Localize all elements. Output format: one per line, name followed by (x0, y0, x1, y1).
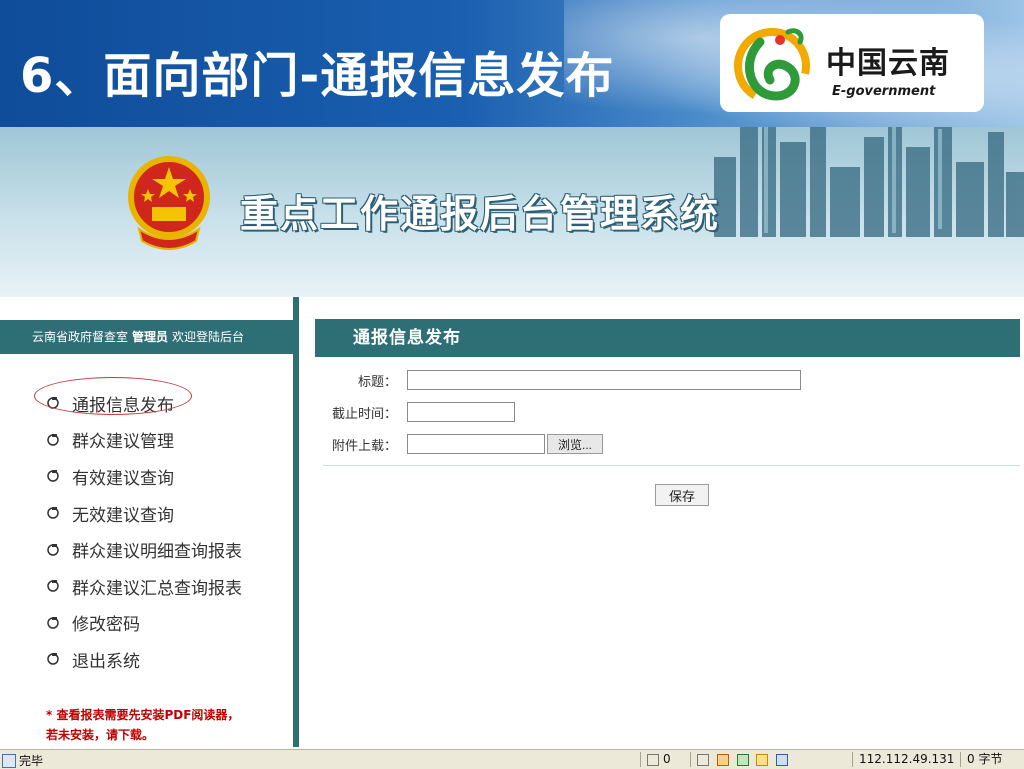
attachment-path-input[interactable] (407, 434, 545, 454)
sidebar-item-label: 群众建议汇总查询报表 (72, 578, 242, 599)
browse-button[interactable]: 浏览... (547, 434, 604, 454)
attachment-label: 附件上载： (331, 438, 397, 454)
status-count: 0 (663, 752, 671, 766)
shield-icon (647, 753, 659, 766)
hand-pointer-icon (47, 433, 59, 446)
network-icon[interactable] (697, 753, 709, 766)
main-content: 通报信息发布 标题： 截止时间： 附件上载： 浏览... 保存 (299, 297, 1024, 747)
sidebar-menu: 通报信息发布 群众建议管理 有效建议查询 无效建议查询 群众建议明细查询报表 群… (46, 385, 242, 678)
page-icon (2, 753, 16, 768)
title-label: 标题： (357, 374, 397, 390)
hand-pointer-icon (47, 543, 59, 556)
welcome-text: 欢迎登陆后台 (172, 330, 245, 344)
settings-icon[interactable] (756, 753, 769, 766)
sidebar-item-label: 退出系统 (72, 651, 140, 672)
save-button[interactable]: 保存 (655, 484, 709, 506)
content-title: 通报信息发布 (353, 328, 461, 348)
logo-cn-text: 中国云南 (826, 46, 950, 81)
status-bytes: 0 字节 (967, 752, 1003, 766)
popup-blocker-icon[interactable] (716, 753, 729, 766)
hand-pointer-icon (47, 470, 59, 483)
hand-pointer-icon (47, 616, 59, 629)
status-text: 完毕 (19, 754, 44, 768)
sidebar-item-summary-report[interactable]: 群众建议汇总查询报表 (46, 568, 242, 605)
pdf-notice: * 查看报表需要先安装PDF阅读器， 若未安装，请下载。 (46, 705, 239, 745)
sidebar-item-label: 无效建议查询 (72, 505, 174, 526)
org-name: 云南省政府督查室 (32, 330, 129, 344)
sidebar-item-label: 群众建议明细查询报表 (72, 542, 242, 563)
pdf-notice-line2[interactable]: 若未安装，请下载。 (46, 725, 239, 745)
logo-en-text: E-government (832, 84, 936, 99)
hand-pointer-icon (47, 580, 59, 593)
deadline-input[interactable] (407, 402, 515, 422)
sidebar-item-logout[interactable]: 退出系统 (46, 641, 242, 678)
sidebar-item-label: 修改密码 (72, 615, 140, 636)
hand-pointer-icon (47, 397, 59, 410)
user-role: 管理员 (132, 330, 169, 344)
sidebar-welcome-bar: 云南省政府督查室 管理员 欢迎登陆后台 (0, 320, 293, 354)
status-tray-icons (690, 752, 807, 767)
slide-title: 6、面向部门-通报信息发布 (20, 48, 615, 104)
status-ip: 112.112.49.131 (859, 752, 955, 766)
form-row-deadline: 截止时间： (299, 400, 515, 424)
system-title: 重点工作通报后台管理系统 (240, 191, 721, 236)
sidebar-item-label: 通报信息发布 (72, 395, 174, 416)
sidebar-item-label: 群众建议管理 (72, 432, 174, 453)
status-done: 完毕 (2, 752, 43, 769)
security-icon[interactable] (736, 753, 749, 766)
sidebar: 云南省政府督查室 管理员 欢迎登陆后台 通报信息发布 群众建议管理 有效建议查询 无… (0, 297, 293, 747)
national-emblem-icon (128, 156, 210, 250)
pdf-notice-line1: * 查看报表需要先安装PDF阅读器， (46, 708, 240, 722)
logo-yunnan-egov: 中国云南 E-government (720, 14, 984, 112)
title-input[interactable] (407, 370, 801, 390)
status-bytes-cell: 0 字节 (960, 752, 1023, 767)
deadline-label: 截止时间： (331, 406, 397, 422)
sidebar-item-suggestion-management[interactable]: 群众建议管理 (46, 422, 242, 459)
form-row-attachment: 附件上载： 浏览... (299, 432, 604, 456)
browser-status-bar: 完毕 0 112.112.49.131 0 字节 (0, 749, 1024, 769)
sidebar-item-publish-notice[interactable]: 通报信息发布 (46, 385, 242, 422)
sidebar-item-valid-suggestions[interactable]: 有效建议查询 (46, 458, 242, 495)
sidebar-item-invalid-suggestions[interactable]: 无效建议查询 (46, 495, 242, 532)
hand-pointer-icon (47, 653, 59, 666)
city-skyline-graphic (714, 127, 1024, 237)
zone-icon[interactable] (776, 753, 789, 766)
sidebar-item-label: 有效建议查询 (72, 468, 174, 489)
sidebar-item-detail-report[interactable]: 群众建议明细查询报表 (46, 531, 242, 568)
yunnan-logo-icon (734, 28, 810, 104)
form-separator (323, 465, 1020, 466)
status-ip-cell: 112.112.49.131 (852, 752, 959, 767)
system-banner: 重点工作通报后台管理系统 (0, 127, 1024, 297)
form-row-title: 标题： (299, 368, 801, 392)
hand-pointer-icon (47, 507, 59, 519)
sidebar-item-change-password[interactable]: 修改密码 (46, 605, 242, 642)
content-header: 通报信息发布 (315, 319, 1020, 357)
slide-header: 6、面向部门-通报信息发布 中国云南 E-government (0, 0, 1024, 127)
status-count-cell: 0 (640, 752, 687, 767)
